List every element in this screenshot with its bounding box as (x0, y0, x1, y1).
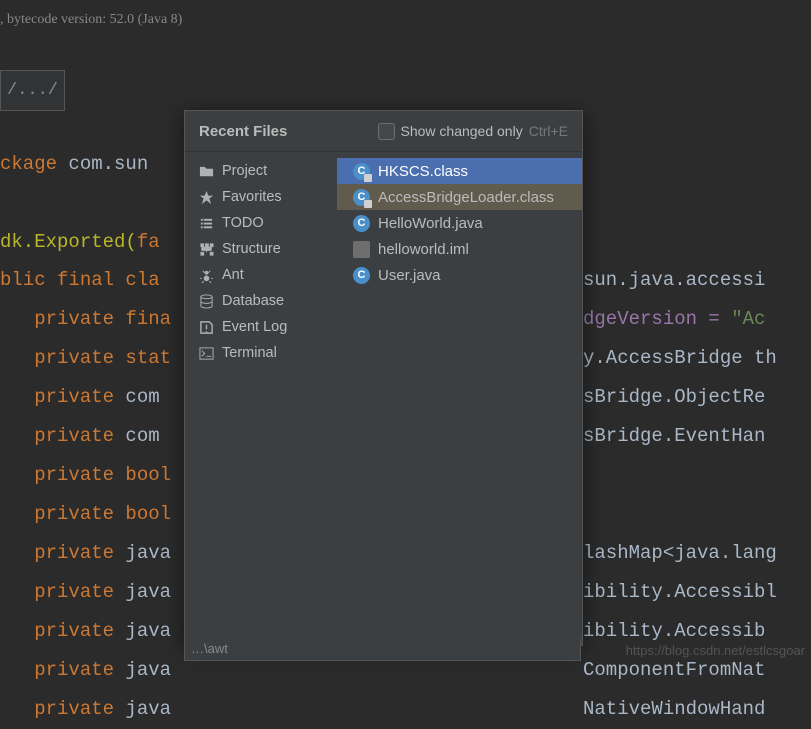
shortcut-label: Ctrl+E (529, 123, 568, 139)
recent-file-item[interactable]: C HelloWorld.java (337, 210, 582, 236)
code-line: private java (0, 690, 171, 729)
code-line: sun.java.accessi (583, 261, 765, 300)
tool-window-item[interactable]: Structure (185, 236, 337, 262)
checkbox-icon[interactable] (378, 123, 395, 140)
popup-title: Recent Files (199, 123, 287, 140)
tool-window-item[interactable]: Database (185, 288, 337, 314)
tool-window-item[interactable]: Ant (185, 262, 337, 288)
code-line: private java (0, 534, 171, 573)
code-line: private bool (0, 456, 171, 495)
file-java-icon: C (353, 215, 370, 232)
recent-file-item[interactable]: C User.java (337, 262, 582, 288)
watermark: https://blog.csdn.net/estlcsgoar (626, 643, 805, 658)
recent-file-label: HKSCS.class (378, 163, 468, 180)
code-line: sBridge.EventHan (583, 417, 765, 456)
file-iml-icon (353, 241, 370, 258)
recent-file-item[interactable]: helloworld.iml (337, 236, 582, 262)
tool-window-label: Favorites (222, 189, 282, 205)
file-cls-icon: C (353, 189, 370, 206)
code-line: lashMap<java.lang (583, 534, 777, 573)
folder-icon (199, 164, 214, 179)
recent-files-popup: Recent Files Show changed only Ctrl+E Pr… (184, 110, 583, 646)
path-bar: …\awt (184, 639, 581, 661)
tool-window-label: Project (222, 163, 267, 179)
tool-window-item[interactable]: Favorites (185, 184, 337, 210)
code-line: private fina (0, 300, 171, 339)
recent-files-list: C HKSCS.class C AccessBridgeLoader.class C He… (337, 152, 582, 645)
code-line: private com (0, 378, 160, 417)
recent-file-label: helloworld.iml (378, 241, 469, 258)
list-icon (199, 216, 214, 231)
recent-file-label: User.java (378, 267, 441, 284)
fold-marker[interactable]: /.../ (0, 70, 65, 111)
recent-file-item[interactable]: C HKSCS.class (337, 158, 582, 184)
tool-windows-list: Project Favorites TODO Structure Ant Database… (185, 152, 337, 645)
code-line: private bool (0, 495, 171, 534)
code-line: private java (0, 573, 171, 612)
tool-window-item[interactable]: Terminal (185, 340, 337, 366)
eventlog-icon (199, 320, 214, 335)
file-java-icon: C (353, 267, 370, 284)
code-line: dgeVersion = "Ac (583, 300, 765, 339)
code-line: private com (0, 417, 160, 456)
terminal-icon (199, 346, 214, 361)
file-cls-icon: C (353, 163, 370, 180)
checkbox-label: Show changed only (401, 123, 523, 139)
show-changed-only-row[interactable]: Show changed only Ctrl+E (378, 123, 569, 140)
tool-window-item[interactable]: TODO (185, 210, 337, 236)
code-line: private java (0, 612, 171, 651)
db-icon (199, 294, 214, 309)
code-line: private stat (0, 339, 171, 378)
top-info-bar: , bytecode version: 52.0 (Java 8) (0, 0, 182, 20)
tool-window-item[interactable]: Project (185, 158, 337, 184)
code-line: private java (0, 651, 171, 690)
recent-file-item[interactable]: C AccessBridgeLoader.class (337, 184, 582, 210)
tool-window-label: Ant (222, 267, 244, 283)
code-line: ibility.Accessibl (583, 573, 777, 612)
star-icon (199, 190, 214, 205)
code-line: blic final cla (0, 261, 160, 300)
code-line: sBridge.ObjectRe (583, 378, 765, 417)
ant-icon (199, 268, 214, 283)
code-line: NativeWindowHand (583, 690, 765, 729)
recent-file-label: HelloWorld.java (378, 215, 483, 232)
code-line: ckage com.sun (0, 145, 148, 184)
code-line: dk.Exported(fa (0, 223, 160, 262)
code-line: y.AccessBridge th (583, 339, 777, 378)
recent-file-label: AccessBridgeLoader.class (378, 189, 554, 206)
structure-icon (199, 242, 214, 257)
tool-window-label: TODO (222, 215, 264, 231)
tool-window-label: Structure (222, 241, 281, 257)
tool-window-label: Event Log (222, 319, 287, 335)
tool-window-item[interactable]: Event Log (185, 314, 337, 340)
tool-window-label: Database (222, 293, 284, 309)
popup-header: Recent Files Show changed only Ctrl+E (185, 111, 582, 152)
tool-window-label: Terminal (222, 345, 277, 361)
